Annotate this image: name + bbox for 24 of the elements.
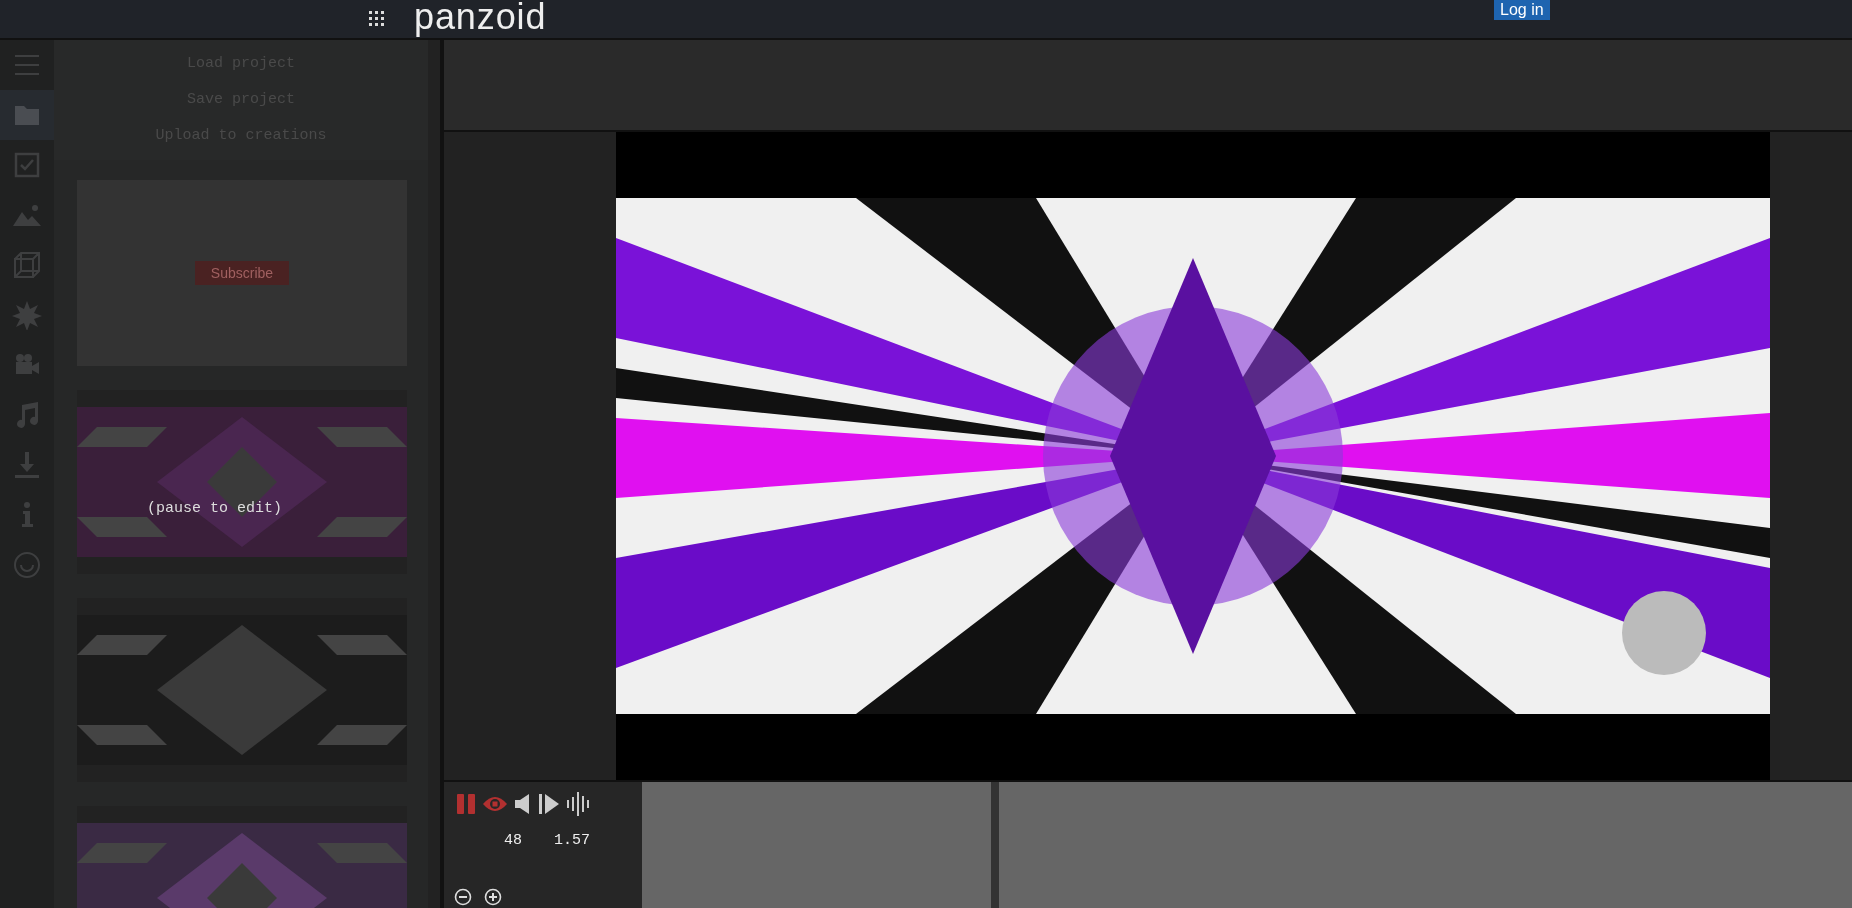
- overlay-text: (pause to edit): [147, 499, 283, 519]
- panel-scrollbar[interactable]: [428, 40, 440, 908]
- zoom-out-icon[interactable]: [454, 888, 472, 906]
- readout-value: 1.57: [554, 831, 591, 851]
- pause-icon[interactable]: [456, 793, 476, 815]
- eye-icon[interactable]: [482, 795, 508, 813]
- template-card[interactable]: [77, 598, 407, 782]
- login-button[interactable]: Log in: [1494, 0, 1550, 20]
- step-forward-icon[interactable]: [538, 793, 560, 815]
- waveform-icon[interactable]: [566, 792, 590, 816]
- burst-icon[interactable]: [12, 300, 42, 330]
- card-background[interactable]: Subscribe: [77, 180, 407, 366]
- subscribe-button[interactable]: Subscribe: [194, 261, 290, 285]
- template-card[interactable]: (pause to edit): [77, 390, 407, 574]
- zoom-in-icon[interactable]: [484, 888, 502, 906]
- readout-value: 48: [504, 831, 522, 851]
- cube-icon[interactable]: [12, 250, 42, 280]
- download-icon[interactable]: [12, 450, 42, 480]
- smiley-icon[interactable]: [12, 550, 42, 580]
- checkbox-icon[interactable]: [12, 150, 42, 180]
- speaker-icon[interactable]: [514, 793, 532, 815]
- apps-icon[interactable]: [368, 10, 386, 28]
- timeline-splitter[interactable]: [991, 782, 999, 908]
- logo[interactable]: panzoid: [414, 0, 547, 37]
